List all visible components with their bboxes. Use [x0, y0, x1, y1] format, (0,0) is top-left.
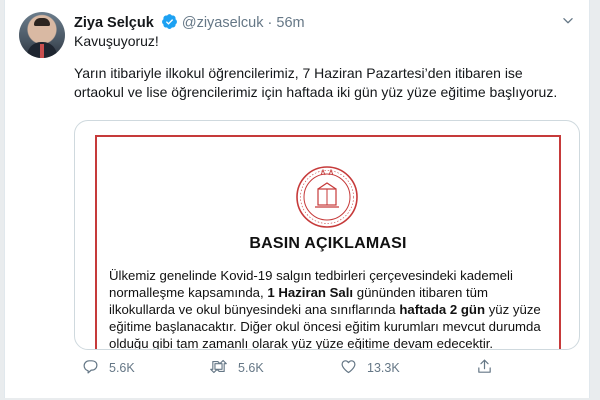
tweet-actions: 5.6K 5.6K 13.3K: [74, 356, 574, 380]
retweet-button[interactable]: 5.6K: [209, 358, 264, 378]
press-body-bold-frequency: haftada 2 gün: [399, 302, 486, 317]
heart-icon: [340, 358, 357, 378]
tweet-time[interactable]: 56m: [276, 15, 304, 31]
share-icon: [476, 358, 493, 378]
tweet-first-line: Kavuşuyoruz!: [74, 33, 159, 49]
header-separator: ·: [267, 15, 273, 31]
press-release-title: BASIN AÇIKLAMASI: [249, 235, 407, 252]
tweet-text: Yarın itibariyle ilkokul öğrencilerimiz,…: [74, 65, 558, 100]
ministry-seal-icon: [296, 166, 358, 228]
press-body-bold-date: 1 Haziran Salı: [267, 285, 354, 300]
avatar-tie: [40, 44, 44, 58]
retweet-icon: [209, 358, 228, 378]
verified-badge-icon: [161, 13, 178, 34]
reply-count: 5.6K: [109, 361, 135, 375]
reply-button[interactable]: 5.6K: [82, 358, 135, 378]
tweet-media-image[interactable]: BASIN AÇIKLAMASI Ülkemiz genelinde Kovid…: [74, 120, 580, 350]
author-handle[interactable]: @ziyaselcuk: [182, 15, 264, 31]
avatar-hair: [34, 18, 50, 26]
tweet-card[interactable]: Ziya Selçuk @ziyaselcuk · 56m Kavuşuyoru…: [4, 0, 590, 398]
avatar[interactable]: [19, 12, 65, 58]
reply-icon: [82, 358, 99, 378]
share-button[interactable]: [476, 358, 493, 378]
author-name[interactable]: Ziya Selçuk: [74, 15, 154, 31]
tweet-header: Ziya Selçuk @ziyaselcuk · 56m: [74, 13, 305, 34]
press-release-body: Ülkemiz genelinde Kovid-19 salgın tedbir…: [109, 267, 549, 349]
retweet-count: 5.6K: [238, 361, 264, 375]
like-button[interactable]: 13.3K: [340, 358, 400, 378]
press-release-document: BASIN AÇIKLAMASI Ülkemiz genelinde Kovid…: [95, 135, 561, 349]
chevron-down-icon[interactable]: [561, 14, 575, 33]
like-count: 13.3K: [367, 361, 400, 375]
